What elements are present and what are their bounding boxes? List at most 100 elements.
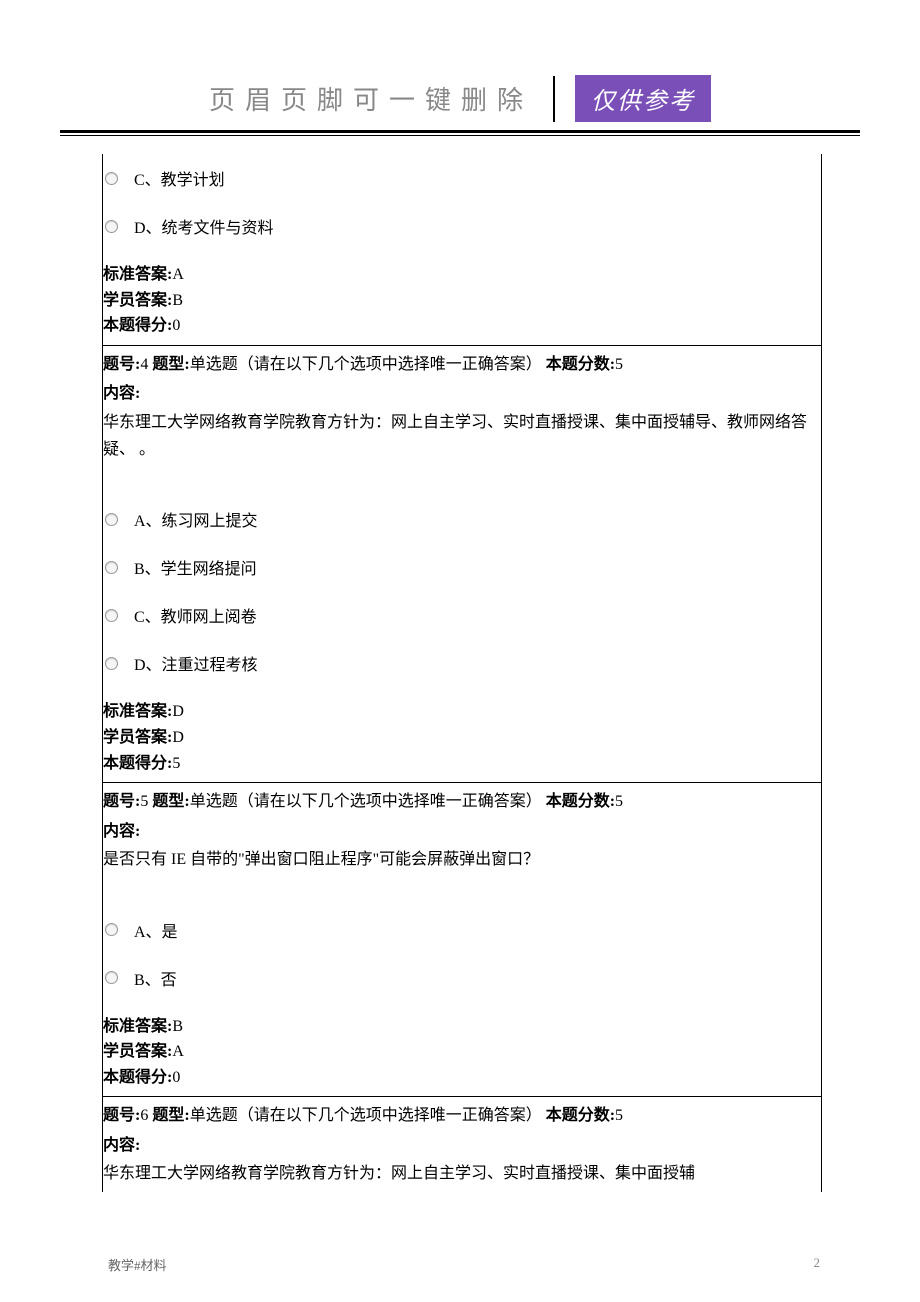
- q-pts-label: 本题分数:: [546, 1107, 615, 1124]
- q-num-label: 题号:: [103, 356, 140, 373]
- q-type-value: 单选题（请在以下几个选项中选择唯一正确答案）: [190, 1107, 542, 1124]
- radio-icon[interactable]: [105, 609, 118, 622]
- option-label: B、学生网络提问: [134, 555, 257, 579]
- std-answer-value: D: [172, 703, 184, 720]
- std-answer-value: A: [172, 266, 184, 283]
- score-line: 本题得分:5: [103, 751, 819, 777]
- option-label: A、是: [134, 918, 178, 942]
- radio-icon[interactable]: [105, 971, 118, 984]
- stu-answer-value: A: [172, 1043, 184, 1060]
- radio-icon[interactable]: [105, 513, 118, 526]
- option-label: D、注重过程考核: [134, 651, 258, 675]
- option-label: B、否: [134, 966, 177, 990]
- question-divider: [103, 345, 821, 346]
- question-divider: [103, 1096, 821, 1097]
- q-pts-value: 5: [615, 793, 623, 810]
- stu-answer-label: 学员答案:: [103, 292, 172, 309]
- score-value: 0: [172, 1069, 180, 1086]
- content-label: 内容:: [103, 823, 140, 840]
- q-num-label: 题号:: [103, 1107, 140, 1124]
- content-label-row: 内容:: [103, 815, 821, 845]
- answer-block: 标准答案:A 学员答案:B 本题得分:0: [103, 250, 821, 343]
- question-3-partial: C、教学计划 D、统考文件与资料 标准答案:A 学员答案:B 本题得分:0: [103, 154, 821, 343]
- question-header: 题号:4 题型:单选题（请在以下几个选项中选择唯一正确答案） 本题分数:5: [103, 348, 821, 378]
- question-text: 华东理工大学网络教育学院教育方针为：网上自主学习、实时直播授课、集中面授辅: [103, 1158, 821, 1191]
- q-num-value: 6: [140, 1107, 148, 1124]
- content-label-row: 内容:: [103, 1129, 821, 1159]
- q-pts-value: 5: [615, 356, 623, 373]
- header-rule-thick: [60, 130, 860, 133]
- score-label: 本题得分:: [103, 317, 172, 334]
- question-header: 题号:5 题型:单选题（请在以下几个选项中选择唯一正确答案） 本题分数:5: [103, 785, 821, 815]
- stu-answer-value: D: [172, 729, 184, 746]
- option-row: B、否: [103, 954, 821, 1002]
- q-type-value: 单选题（请在以下几个选项中选择唯一正确答案）: [190, 793, 542, 810]
- header-rule-thin: [60, 135, 860, 136]
- options-block: A、是 B、否: [103, 878, 821, 1002]
- q-num-value: 5: [140, 793, 148, 810]
- score-label: 本题得分:: [103, 755, 172, 772]
- radio-icon[interactable]: [105, 220, 118, 233]
- q-type-label: 题型:: [152, 793, 189, 810]
- q-pts-value: 5: [615, 1107, 623, 1124]
- q-pts-label: 本题分数:: [546, 356, 615, 373]
- option-row: D、注重过程考核: [103, 639, 821, 687]
- q-type-label: 题型:: [152, 356, 189, 373]
- option-row: A、练习网上提交: [103, 495, 821, 543]
- std-answer-value: B: [172, 1018, 183, 1035]
- score-value: 0: [172, 317, 180, 334]
- q-type-value: 单选题（请在以下几个选项中选择唯一正确答案）: [190, 356, 542, 373]
- stu-answer-label: 学员答案:: [103, 1043, 172, 1060]
- option-row: C、教师网上阅卷: [103, 591, 821, 639]
- header-title: 页眉页脚可一键删除: [209, 80, 533, 117]
- q-num-label: 题号:: [103, 793, 140, 810]
- q-type-label: 题型:: [152, 1107, 189, 1124]
- radio-icon[interactable]: [105, 657, 118, 670]
- question-6-partial: 题号:6 题型:单选题（请在以下几个选项中选择唯一正确答案） 本题分数:5 内容…: [103, 1099, 821, 1191]
- q-pts-label: 本题分数:: [546, 793, 615, 810]
- option-row: D、统考文件与资料: [103, 202, 821, 250]
- question-header: 题号:6 题型:单选题（请在以下几个选项中选择唯一正确答案） 本题分数:5: [103, 1099, 821, 1129]
- option-row: B、学生网络提问: [103, 543, 821, 591]
- student-answer: 学员答案:D: [103, 725, 819, 751]
- option-row: A、是: [103, 906, 821, 954]
- page-header: 页眉页脚可一键删除 仅供参考: [60, 75, 860, 122]
- question-5: 题号:5 题型:单选题（请在以下几个选项中选择唯一正确答案） 本题分数:5 内容…: [103, 785, 821, 1094]
- header-badge: 仅供参考: [575, 75, 711, 122]
- option-label: D、统考文件与资料: [134, 214, 274, 238]
- option-row: C、教学计划: [103, 154, 821, 202]
- radio-icon[interactable]: [105, 923, 118, 936]
- q-num-value: 4: [140, 356, 148, 373]
- page-footer: 教学#材料 2: [108, 1255, 820, 1274]
- standard-answer: 标准答案:A: [103, 262, 819, 288]
- std-answer-label: 标准答案:: [103, 266, 172, 283]
- score-line: 本题得分:0: [103, 1065, 819, 1091]
- stu-answer-value: B: [172, 292, 183, 309]
- standard-answer: 标准答案:D: [103, 699, 819, 725]
- header-divider: [553, 76, 555, 122]
- option-label: A、练习网上提交: [134, 507, 258, 531]
- options-block: A、练习网上提交 B、学生网络提问 C、教师网上阅卷 D、注重过程考核: [103, 467, 821, 687]
- option-label: C、教学计划: [134, 166, 225, 190]
- stu-answer-label: 学员答案:: [103, 729, 172, 746]
- question-4: 题号:4 题型:单选题（请在以下几个选项中选择唯一正确答案） 本题分数:5 内容…: [103, 348, 821, 780]
- std-answer-label: 标准答案:: [103, 1018, 172, 1035]
- document-page: 页眉页脚可一键删除 仅供参考 C、教学计划 D、统考文件与资料 标准答案:A 学…: [0, 0, 920, 1302]
- student-answer: 学员答案:B: [103, 288, 819, 314]
- student-answer: 学员答案:A: [103, 1039, 819, 1065]
- content-label-row: 内容:: [103, 377, 821, 407]
- radio-icon[interactable]: [105, 172, 118, 185]
- score-line: 本题得分:0: [103, 313, 819, 339]
- answer-block: 标准答案:B 学员答案:A 本题得分:0: [103, 1002, 821, 1095]
- standard-answer: 标准答案:B: [103, 1014, 819, 1040]
- radio-icon[interactable]: [105, 561, 118, 574]
- question-text: 华东理工大学网络教育学院教育方针为：网上自主学习、实时直播授课、集中面授辅导、教…: [103, 407, 821, 467]
- content-area: C、教学计划 D、统考文件与资料 标准答案:A 学员答案:B 本题得分:0 题号…: [102, 154, 822, 1192]
- content-label: 内容:: [103, 1137, 140, 1154]
- question-divider: [103, 782, 821, 783]
- score-label: 本题得分:: [103, 1069, 172, 1086]
- score-value: 5: [172, 755, 180, 772]
- question-text: 是否只有 IE 自带的"弹出窗口阻止程序"可能会屏蔽弹出窗口？: [103, 844, 821, 877]
- std-answer-label: 标准答案:: [103, 703, 172, 720]
- option-label: C、教师网上阅卷: [134, 603, 257, 627]
